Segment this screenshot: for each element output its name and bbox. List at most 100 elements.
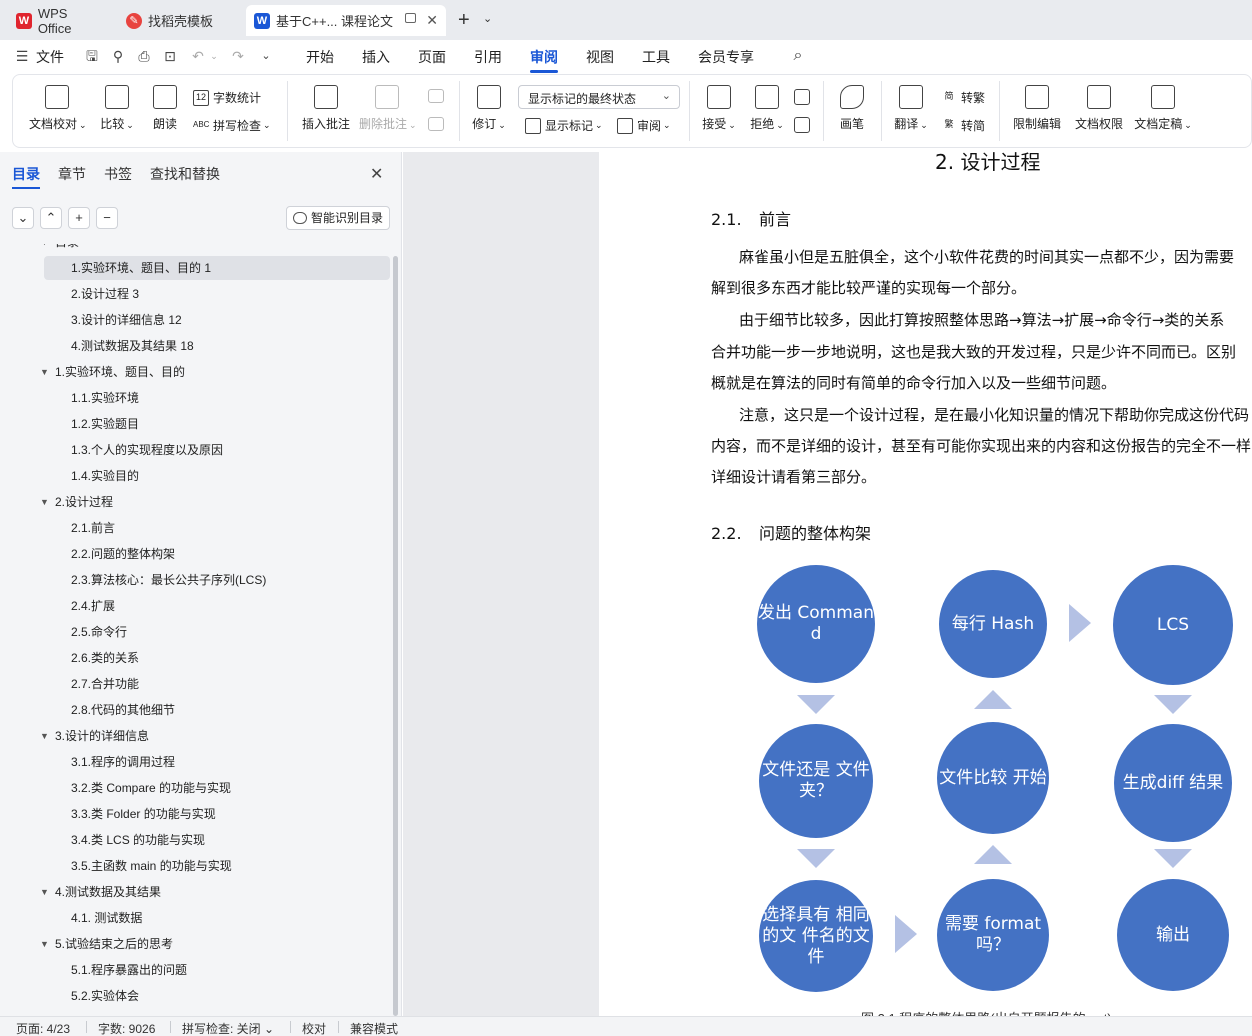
expand-caret-icon[interactable]: ▼ (40, 731, 49, 741)
word-count-button[interactable]: 12 字数统计 (193, 89, 261, 106)
toc-subitem[interactable]: 1.3.个人的实现程度以及原因 (44, 438, 390, 462)
previous-change-button[interactable] (793, 89, 811, 111)
expand-caret-icon[interactable]: ▼ (40, 887, 49, 897)
add-level-button[interactable]: + (68, 207, 90, 229)
close-icon[interactable]: ✕ (426, 12, 438, 29)
toc-subitem[interactable]: 3.5.主函数 main 的功能与实现 (44, 854, 390, 878)
show-markup-button[interactable]: 显示标记 ⌄ (525, 117, 603, 134)
doc-check-button[interactable]: 文档校对 ⌄ (29, 85, 87, 132)
compare-button[interactable]: 比较 ⌄ (97, 85, 137, 132)
close-icon[interactable]: ✕ (370, 164, 383, 184)
toc-subitem[interactable]: 2.8.代码的其他细节 (44, 698, 390, 722)
toc-subitem[interactable]: 5.2.实验体会 (44, 984, 390, 1008)
doc-permission-button[interactable]: 文档权限 (1073, 85, 1125, 132)
toc-heading-item[interactable]: 目录 (52, 244, 79, 254)
chevron-down-icon[interactable]: ⌄ (258, 48, 274, 64)
to-simplified-button[interactable]: 繁 转简 (941, 117, 985, 134)
toc-scrollbar[interactable] (393, 256, 398, 1016)
menu-insert[interactable]: 插入 (362, 47, 390, 67)
previous-comment-button[interactable] (427, 89, 445, 109)
menu-page[interactable]: 页面 (418, 47, 446, 67)
toc-subitem[interactable]: 3.4.类 LCS 的功能与实现 (44, 828, 390, 852)
expand-caret-icon[interactable]: ▼ (40, 367, 49, 377)
chevron-down-icon[interactable]: ⌄ (483, 12, 492, 25)
toc-heading-item[interactable]: 2.设计过程 (52, 490, 113, 514)
new-tab-button[interactable]: + (458, 9, 470, 32)
toc-subitem[interactable]: 3.2.类 Compare 的功能与实现 (44, 776, 390, 800)
print-icon[interactable]: ⎙ (136, 48, 152, 64)
markup-state-select[interactable]: 显示标记的最终状态 ⌄ (518, 85, 680, 109)
reject-button[interactable]: 拒绝 ⌄ (747, 85, 787, 132)
tab-find-replace[interactable]: 查找和替换 (150, 164, 220, 184)
word-count-status[interactable]: 字数: 9026 (98, 1020, 155, 1036)
toc-subitem[interactable]: 3.1.程序的调用过程 (44, 750, 390, 774)
tab-bookmarks[interactable]: 书签 (104, 164, 132, 184)
toc-subitem[interactable]: 2.1.前言 (44, 516, 390, 540)
toc-subitem[interactable]: 3.3.类 Folder 的功能与实现 (44, 802, 390, 826)
ink-button[interactable]: 画笔 (835, 85, 869, 132)
menu-references[interactable]: 引用 (474, 47, 502, 67)
toc-subitem[interactable]: 2.7.合并功能 (44, 672, 390, 696)
spell-check-status[interactable]: 拼写检查: 关闭 ⌄ (182, 1020, 274, 1036)
toc-subitem[interactable]: 2.2.问题的整体构架 (44, 542, 390, 566)
tab-toc[interactable]: 目录 (12, 164, 40, 189)
document-page[interactable]: 2. 设计过程 2.1. 前言 麻雀虽小但是五脏俱全，这个小软件花费的时间其实一点… (599, 152, 1252, 1016)
menu-review[interactable]: 审阅 (530, 47, 558, 73)
toc-heading-item[interactable]: 4.测试数据及其结果 (52, 880, 161, 904)
toc-subitem[interactable]: 2.设计过程 3 (44, 282, 390, 306)
page-indicator[interactable]: 页面: 4/23 (16, 1020, 70, 1036)
menu-view[interactable]: 视图 (586, 47, 614, 67)
to-traditional-button[interactable]: 简 转繁 (941, 89, 985, 106)
toc-heading-item[interactable]: 5.试验结束之后的思考 (52, 932, 173, 956)
share-icon[interactable]: ⚲ (110, 48, 126, 64)
toc-subitem[interactable]: 2.6.类的关系 (44, 646, 390, 670)
tab-wps-office[interactable]: W WPS Office (8, 5, 112, 36)
collapse-up-button[interactable]: ⌃ (40, 207, 62, 229)
search-icon[interactable]: ⌕ (790, 48, 806, 64)
restrict-editing-button[interactable]: 限制编辑 (1011, 85, 1063, 132)
smart-toc-button[interactable]: 智能识别目录 (286, 206, 390, 230)
toc-subitem[interactable]: 1.2.实验题目 (44, 412, 390, 436)
toc-subitem[interactable]: 5.1.程序暴露出的问题 (44, 958, 390, 982)
print-preview-icon[interactable]: ⊡ (162, 48, 178, 64)
toc-subitem[interactable]: 2.3.算法核心：最长公共子序列(LCS) (44, 568, 390, 592)
toc-subitem[interactable]: 4.测试数据及其结果 18 (44, 334, 390, 358)
toc-subitem[interactable]: 4.1. 测试数据 (44, 906, 390, 930)
expand-caret-icon[interactable]: ▼ (40, 244, 49, 247)
track-changes-button[interactable]: 修订 ⌄ (469, 85, 509, 132)
delete-comment-button[interactable]: 删除批注 ⌄ (359, 85, 417, 132)
toc-heading-item[interactable]: 1.实验环境、题目、目的 (52, 360, 185, 384)
toc-subitem[interactable]: 2.4.扩展 (44, 594, 390, 618)
tab-document[interactable]: W 基于C++... 课程论文 ✕ (246, 5, 446, 36)
toc-subitem[interactable]: 2.5.命令行 (44, 620, 390, 644)
tab-docer-templates[interactable]: ✎ 找稻壳模板 (118, 5, 242, 36)
chevron-down-icon[interactable]: ⌄ (206, 48, 222, 64)
undo-icon[interactable]: ↶ (190, 48, 206, 64)
save-icon[interactable]: 🖫 (84, 48, 100, 64)
read-aloud-button[interactable]: 朗读 (147, 85, 183, 132)
next-comment-button[interactable] (427, 117, 445, 137)
toc-subitem[interactable]: 1.4.实验目的 (44, 464, 390, 488)
insert-comment-button[interactable]: 插入批注 (301, 85, 351, 132)
proofread-status[interactable]: 校对 (302, 1020, 326, 1036)
toc-subitem[interactable]: 1.1.实验环境 (44, 386, 390, 410)
next-change-button[interactable] (793, 117, 811, 139)
menu-tools[interactable]: 工具 (642, 47, 670, 67)
finalize-button[interactable]: 文档定稿 ⌄ (1133, 85, 1193, 132)
tab-chapters[interactable]: 章节 (58, 164, 86, 184)
hamburger-menu-icon[interactable]: ☰ (14, 48, 30, 64)
review-pane-button[interactable]: 审阅 ⌄ (617, 117, 671, 134)
expand-down-button[interactable]: ⌄ (12, 207, 34, 229)
toc-subitem[interactable]: 3.设计的详细信息 12 (44, 308, 390, 332)
expand-caret-icon[interactable]: ▼ (40, 939, 49, 949)
toc-heading-item[interactable]: 3.设计的详细信息 (52, 724, 149, 748)
translate-button[interactable]: 翻译 ⌄ (891, 85, 931, 132)
spell-check-button[interactable]: ABC 拼写检查 ⌄ (193, 117, 271, 134)
remove-level-button[interactable]: − (96, 207, 118, 229)
menu-home[interactable]: 开始 (306, 47, 334, 67)
accept-button[interactable]: 接受 ⌄ (699, 85, 739, 132)
expand-caret-icon[interactable]: ▼ (40, 497, 49, 507)
menu-membership[interactable]: 会员专享 (698, 47, 754, 67)
redo-icon[interactable]: ↷ (230, 48, 246, 64)
tab-float-icon[interactable] (405, 13, 416, 23)
